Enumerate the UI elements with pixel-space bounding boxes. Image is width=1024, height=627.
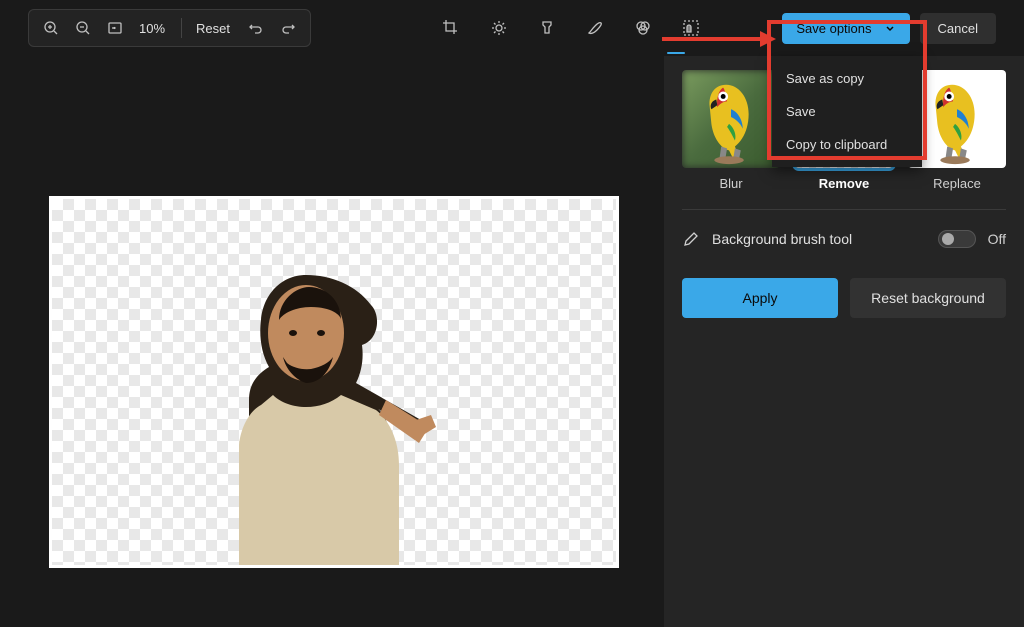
brush-tool-row: Background brush tool Off xyxy=(678,228,1010,250)
dropdown-copy-clipboard[interactable]: Copy to clipboard xyxy=(772,128,922,161)
save-options-label: Save options xyxy=(796,21,871,36)
dropdown-save-as-copy[interactable]: Save as copy xyxy=(772,62,922,95)
background-icon[interactable] xyxy=(675,12,707,44)
filter-icon[interactable] xyxy=(531,12,563,44)
save-options-dropdown: Save as copy Save Copy to clipboard xyxy=(772,56,922,167)
thumb-label: Blur xyxy=(719,176,742,191)
brush-tool-label: Background brush tool xyxy=(712,231,852,247)
dropdown-save[interactable]: Save xyxy=(772,95,922,128)
tool-group xyxy=(435,12,707,44)
canvas-area xyxy=(0,56,664,627)
reset-background-button[interactable]: Reset background xyxy=(850,278,1006,318)
thumb-label: Replace xyxy=(933,176,981,191)
action-group: Save options Cancel xyxy=(782,13,996,44)
redo-icon[interactable] xyxy=(272,12,304,44)
divider xyxy=(682,209,1006,210)
thumb-label: Remove xyxy=(819,176,870,191)
cancel-button[interactable]: Cancel xyxy=(920,13,996,44)
zoom-level[interactable]: 10% xyxy=(131,21,173,36)
adjust-icon[interactable] xyxy=(483,12,515,44)
toggle-state-label: Off xyxy=(988,231,1006,247)
top-toolbar: 10% Reset Save options xyxy=(0,0,1024,56)
zoom-in-icon[interactable] xyxy=(35,12,67,44)
zoom-out-icon[interactable] xyxy=(67,12,99,44)
brush-toggle[interactable] xyxy=(938,230,976,248)
pencil-icon xyxy=(682,230,700,248)
active-tool-indicator xyxy=(667,52,685,54)
divider xyxy=(181,18,182,38)
apply-button[interactable]: Apply xyxy=(682,278,838,318)
reset-button[interactable]: Reset xyxy=(186,15,240,42)
toggle-knob xyxy=(942,233,954,245)
thumb-blur-preview xyxy=(682,70,780,168)
chevron-down-icon xyxy=(884,22,896,34)
subject-person xyxy=(161,265,451,565)
crop-icon[interactable] xyxy=(435,12,467,44)
image-canvas[interactable] xyxy=(49,196,619,568)
save-options-button[interactable]: Save options xyxy=(782,13,909,44)
markup-icon[interactable] xyxy=(579,12,611,44)
panel-actions: Apply Reset background xyxy=(678,278,1010,318)
brush-toggle-wrap: Off xyxy=(938,230,1006,248)
zoom-group: 10% Reset xyxy=(28,9,311,47)
thumb-replace-preview xyxy=(908,70,1006,168)
retouch-icon[interactable] xyxy=(627,12,659,44)
fit-screen-icon[interactable] xyxy=(99,12,131,44)
bg-option-replace[interactable]: Replace xyxy=(908,70,1006,191)
bg-option-blur[interactable]: Blur xyxy=(682,70,780,191)
undo-icon[interactable] xyxy=(240,12,272,44)
